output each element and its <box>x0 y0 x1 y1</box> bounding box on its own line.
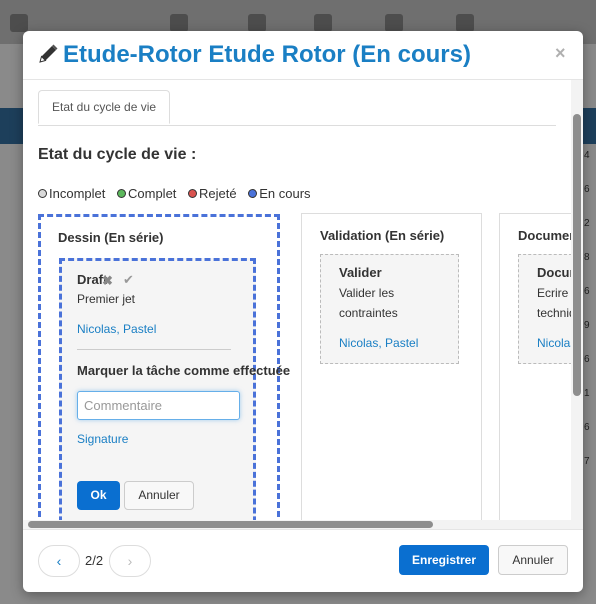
background-import-icon <box>385 14 403 32</box>
modal-header: Etude-Rotor Etude Rotor (En cours) × <box>23 31 583 80</box>
task-name: Valider <box>339 265 382 280</box>
lane-dessin: Dessin (En série) Draft ✖ ✔ Premier jet … <box>38 214 290 521</box>
legend-item-complete: Complet <box>117 186 176 201</box>
close-icon[interactable]: × <box>555 43 566 64</box>
vertical-scroll-thumb[interactable] <box>573 114 581 396</box>
reject-x-icon[interactable]: ✖ <box>102 273 113 289</box>
row-number: 6 <box>584 184 590 195</box>
task-assignee-link[interactable]: Nicolas <box>537 336 571 350</box>
background-export-icon <box>314 14 332 32</box>
legend-label: Complet <box>128 186 177 201</box>
save-button[interactable]: Enregistrer <box>399 545 489 575</box>
lane-title: Validation (En série) <box>320 228 445 243</box>
signature-link[interactable]: Signature <box>77 432 128 446</box>
background-delete-icon <box>170 14 188 32</box>
modal-title: Etude-Rotor Etude Rotor (En cours) <box>63 41 471 68</box>
tab-bar: Etat du cycle de vie <box>38 90 556 126</box>
lane-validation: Validation (En série) Valider Valider le… <box>301 213 482 521</box>
legend-item-incomplete: Incomplet <box>38 186 105 201</box>
previous-page-button[interactable]: ‹ <box>38 545 80 577</box>
next-page-button[interactable]: › <box>109 545 151 577</box>
complete-dot-icon <box>117 189 126 199</box>
horizontal-scroll-thumb[interactable] <box>28 521 433 528</box>
cancel-button[interactable]: Annuler <box>498 545 568 575</box>
task-card-valider[interactable]: Valider Valider les contraintes Nicolas,… <box>320 254 459 364</box>
task-cancel-button[interactable]: Annuler <box>124 481 194 510</box>
modal-body: Etat du cycle de vie Etat du cycle de vi… <box>23 80 571 521</box>
background-row-numbers: 4 6 2 8 6 9 6 1 6 7 <box>584 150 596 490</box>
ok-button[interactable]: Ok <box>77 481 120 510</box>
lifecycle-modal: Etude-Rotor Etude Rotor (En cours) × Eta… <box>23 31 583 592</box>
lane-documentation: Documentation Documentation Ecrire la te… <box>499 213 571 521</box>
background-package-icon <box>456 14 474 32</box>
mark-done-label: Marquer la tâche comme effectuée <box>77 363 291 378</box>
complete-check-icon[interactable]: ✔ <box>123 272 134 288</box>
lane-title: Documentation <box>518 228 571 243</box>
task-name: Documentation <box>537 265 571 280</box>
task-description: Premier jet <box>77 292 136 306</box>
tab-lifecycle-state[interactable]: Etat du cycle de vie <box>38 90 171 124</box>
legend-label: Incomplet <box>49 186 106 201</box>
task-description: Ecrire la technique <box>537 286 571 320</box>
pencil-icon <box>39 44 58 63</box>
task-card-draft: Draft ✖ ✔ Premier jet Nicolas, Pastel Ma… <box>59 258 290 521</box>
legend-item-rejected: Rejeté <box>188 186 237 201</box>
task-description: Valider les contraintes <box>339 286 398 320</box>
task-card-documentation[interactable]: Documentation Ecrire la technique Nicola… <box>518 254 571 364</box>
row-number: 1 <box>584 388 590 399</box>
row-number: 6 <box>584 286 590 297</box>
horizontal-scrollbar[interactable] <box>23 520 571 529</box>
rejected-dot-icon <box>188 189 198 199</box>
incomplete-dot-icon <box>38 189 47 199</box>
row-number: 4 <box>584 150 590 161</box>
background-tool-icon <box>10 14 28 32</box>
modal-footer: ‹ 2/2 › Enregistrer Annuler <box>23 529 583 592</box>
page-indicator: 2/2 <box>85 553 104 568</box>
legend-item-in-progress: En cours <box>248 186 311 201</box>
divider <box>77 349 231 350</box>
lane-title: Dessin (En série) <box>58 230 164 245</box>
row-number: 6 <box>584 354 590 365</box>
comment-input[interactable] <box>77 391 240 420</box>
row-number: 7 <box>584 456 590 467</box>
task-assignee-link[interactable]: Nicolas, Pastel <box>77 322 156 336</box>
status-legend: Incomplet Complet Rejeté En cours <box>38 186 319 201</box>
background-document-icon <box>248 14 266 32</box>
in-progress-dot-icon <box>248 189 258 199</box>
row-number: 6 <box>584 422 590 433</box>
row-number: 9 <box>584 320 590 331</box>
legend-label: En cours <box>259 186 311 201</box>
legend-label: Rejeté <box>199 186 237 201</box>
row-number: 8 <box>584 252 590 263</box>
vertical-scrollbar[interactable] <box>571 80 583 529</box>
row-number: 2 <box>584 218 590 229</box>
task-assignee-link[interactable]: Nicolas, Pastel <box>339 336 418 350</box>
section-title: Etat du cycle de vie : <box>38 146 197 163</box>
